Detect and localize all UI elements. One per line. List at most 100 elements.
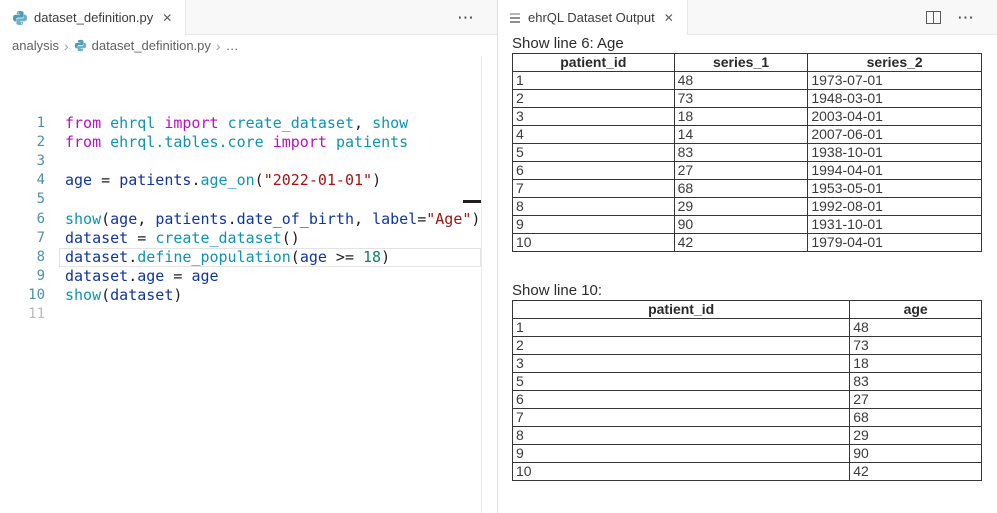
table-cell: 83 bbox=[850, 373, 982, 391]
code-text: dataset.age = age bbox=[45, 267, 219, 286]
output-table: patient_idage148273318583627768829990104… bbox=[512, 300, 982, 481]
table-cell: 10 bbox=[513, 234, 675, 252]
table-cell: 90 bbox=[850, 445, 982, 463]
table-cell: 7 bbox=[513, 180, 675, 198]
line-number[interactable]: 5 bbox=[0, 190, 45, 209]
code-line[interactable]: 11 bbox=[0, 305, 481, 324]
code-line[interactable]: 2from ehrql.tables.core import patients bbox=[0, 133, 481, 152]
table-cell: 10 bbox=[513, 463, 850, 481]
code-editor[interactable]: 1from ehrql import create_dataset, show2… bbox=[0, 56, 481, 325]
webview-list-icon bbox=[510, 13, 520, 23]
table-header-row: patient_idage bbox=[513, 301, 982, 319]
code-text: dataset = create_dataset() bbox=[45, 229, 300, 248]
table-cell: 90 bbox=[674, 216, 808, 234]
table-row: 273 bbox=[513, 337, 982, 355]
code-line[interactable]: 4age = patients.age_on("2022-01-01") bbox=[0, 171, 481, 190]
table-cell: 27 bbox=[850, 391, 982, 409]
table-row: 990 bbox=[513, 445, 982, 463]
code-line[interactable]: 1from ehrql import create_dataset, show bbox=[0, 114, 481, 133]
breadcrumb-file[interactable]: dataset_definition.py bbox=[92, 38, 211, 53]
table-cell: 1 bbox=[513, 319, 850, 337]
table-header-cell: patient_id bbox=[513, 301, 850, 319]
line-number[interactable]: 8 bbox=[0, 248, 45, 267]
line-number[interactable]: 3 bbox=[0, 152, 45, 171]
table-cell: 68 bbox=[850, 409, 982, 427]
table-cell: 1979-04-01 bbox=[808, 234, 982, 252]
code-text: age = patients.age_on("2022-01-01") bbox=[45, 171, 381, 190]
line-number[interactable]: 4 bbox=[0, 171, 45, 190]
line-number[interactable]: 2 bbox=[0, 133, 45, 152]
more-actions-icon[interactable]: ⋯ bbox=[957, 9, 975, 26]
table-cell: 1948-03-01 bbox=[808, 90, 982, 108]
line-number[interactable]: 7 bbox=[0, 229, 45, 248]
table-header-cell: series_2 bbox=[808, 54, 982, 72]
table-cell: 83 bbox=[674, 144, 808, 162]
code-line[interactable]: 6show(age, patients.date_of_birth, label… bbox=[0, 210, 481, 229]
code-line[interactable]: 5 bbox=[0, 190, 481, 209]
table-row: 9901931-10-01 bbox=[513, 216, 982, 234]
line-number[interactable]: 11 bbox=[0, 305, 45, 324]
table-cell: 27 bbox=[674, 162, 808, 180]
line-number[interactable]: 6 bbox=[0, 210, 45, 229]
close-icon[interactable]: ✕ bbox=[159, 11, 175, 25]
code-text bbox=[45, 152, 65, 171]
table-row: 768 bbox=[513, 409, 982, 427]
table-row: 1042 bbox=[513, 463, 982, 481]
table-row: 4142007-06-01 bbox=[513, 126, 982, 144]
code-line[interactable]: 8dataset.define_population(age >= 18) bbox=[0, 248, 481, 267]
code-line[interactable]: 7dataset = create_dataset() bbox=[0, 229, 481, 248]
table-row: 318 bbox=[513, 355, 982, 373]
code-text: show(dataset) bbox=[45, 286, 182, 305]
code-text: show(age, patients.date_of_birth, label=… bbox=[45, 210, 480, 229]
vscode-window: dataset_definition.py ✕ ⋯ analysis › dat… bbox=[0, 0, 997, 513]
table-cell: 1973-07-01 bbox=[808, 72, 982, 90]
table-cell: 7 bbox=[513, 409, 850, 427]
table-cell: 1953-05-01 bbox=[808, 180, 982, 198]
close-icon[interactable]: ✕ bbox=[661, 11, 677, 25]
table-row: 5831938-10-01 bbox=[513, 144, 982, 162]
table-cell: 48 bbox=[674, 72, 808, 90]
table-cell: 9 bbox=[513, 216, 675, 234]
output-heading: Show line 10: bbox=[512, 283, 982, 299]
breadcrumb-folder[interactable]: analysis bbox=[12, 38, 59, 53]
table-row: 7681953-05-01 bbox=[513, 180, 982, 198]
more-actions-icon[interactable]: ⋯ bbox=[457, 9, 475, 26]
output-toolbar: ⋯ bbox=[926, 0, 997, 35]
breadcrumb-symbol[interactable]: … bbox=[226, 38, 239, 53]
table-cell: 1994-04-01 bbox=[808, 162, 982, 180]
table-cell: 6 bbox=[513, 391, 850, 409]
table-cell: 68 bbox=[674, 180, 808, 198]
chevron-right-icon: › bbox=[216, 39, 221, 53]
output-section: Show line 10:patient_idage14827331858362… bbox=[512, 283, 982, 481]
code-line[interactable]: 10show(dataset) bbox=[0, 286, 481, 305]
table-cell: 8 bbox=[513, 198, 675, 216]
table-cell: 18 bbox=[850, 355, 982, 373]
split-editor-icon[interactable] bbox=[926, 11, 941, 24]
table-cell: 5 bbox=[513, 144, 675, 162]
tab-dataset-definition[interactable]: dataset_definition.py ✕ bbox=[0, 0, 186, 35]
code-line[interactable]: 3 bbox=[0, 152, 481, 171]
overview-ruler-cursor bbox=[463, 200, 481, 203]
scrollbar-track[interactable] bbox=[481, 56, 482, 513]
python-icon bbox=[74, 39, 87, 52]
line-number[interactable]: 9 bbox=[0, 267, 45, 286]
tab-ehrql-output[interactable]: ehrQL Dataset Output ✕ bbox=[498, 0, 688, 35]
editor-panel: dataset_definition.py ✕ ⋯ analysis › dat… bbox=[0, 0, 497, 513]
output-webview[interactable]: Show line 6: Agepatient_idseries_1series… bbox=[498, 35, 997, 513]
code-line[interactable]: 9dataset.age = age bbox=[0, 267, 481, 286]
table-cell: 29 bbox=[850, 427, 982, 445]
table-row: 3182003-04-01 bbox=[513, 108, 982, 126]
table-row: 829 bbox=[513, 427, 982, 445]
table-cell: 1 bbox=[513, 72, 675, 90]
table-row: 148 bbox=[513, 319, 982, 337]
line-number[interactable]: 1 bbox=[0, 114, 45, 133]
table-cell: 3 bbox=[513, 108, 675, 126]
table-cell: 3 bbox=[513, 355, 850, 373]
editor-toolbar: ⋯ bbox=[457, 0, 497, 35]
table-header-cell: age bbox=[850, 301, 982, 319]
table-cell: 1992-08-01 bbox=[808, 198, 982, 216]
table-row: 2731948-03-01 bbox=[513, 90, 982, 108]
table-row: 6271994-04-01 bbox=[513, 162, 982, 180]
table-cell: 5 bbox=[513, 373, 850, 391]
line-number[interactable]: 10 bbox=[0, 286, 45, 305]
